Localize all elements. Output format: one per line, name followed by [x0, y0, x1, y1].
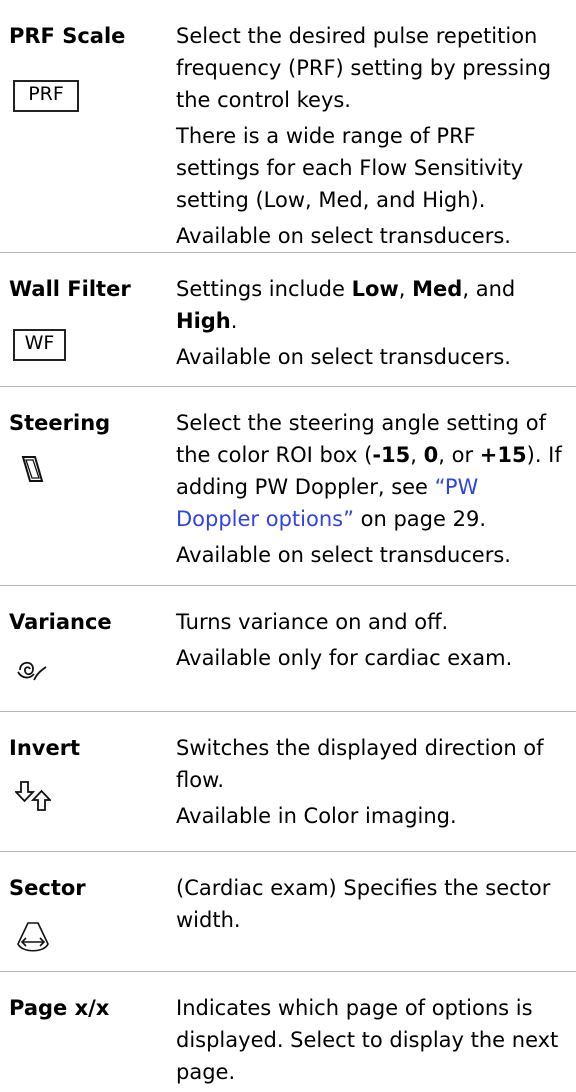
row-wall-filter: Wall Filter WF Settings include Low, Med…: [0, 253, 576, 387]
invert-icon: [15, 781, 51, 811]
option-name: Steering: [9, 411, 111, 435]
option-name: Page x/x: [9, 996, 110, 1020]
option-name: Wall Filter: [9, 277, 131, 301]
options-table: PRF Scale PRF Select the desired pulse r…: [0, 0, 576, 1084]
option-description: Settings include Low, Med, and High. Ava…: [176, 277, 516, 369]
option-description: Indicates which page of options is displ…: [176, 996, 559, 1084]
variance-icon: [17, 661, 47, 681]
option-description: Turns variance on and off. Available onl…: [176, 610, 513, 670]
row-variance: Variance Turns variance on and off. Avai…: [0, 586, 576, 712]
option-description: (Cardiac exam) Specifies the sector widt…: [176, 876, 551, 932]
row-sector: Sector (Cardiac exam) Specifies the sect…: [0, 852, 576, 972]
row-prf-scale: PRF Scale PRF Select the desired pulse r…: [0, 0, 576, 253]
prf-icon: PRF: [13, 80, 79, 112]
option-name: Variance: [9, 610, 112, 634]
wf-icon: WF: [13, 329, 66, 361]
row-steering: Steering Select the steering angle setti…: [0, 387, 576, 586]
option-description: Select the desired pulse repetition freq…: [176, 24, 552, 248]
row-invert: Invert Switches the displayed direction …: [0, 712, 576, 852]
option-name: PRF Scale: [9, 24, 126, 48]
option-name: Invert: [9, 736, 81, 760]
steering-icon: [21, 456, 44, 482]
row-page: Page x/x Indicates which page of options…: [0, 972, 576, 1084]
option-name: Sector: [9, 876, 86, 900]
sector-icon: [17, 922, 49, 952]
option-description: Switches the displayed direction of flow…: [176, 736, 544, 828]
option-description: Select the steering angle setting of the…: [176, 411, 562, 567]
